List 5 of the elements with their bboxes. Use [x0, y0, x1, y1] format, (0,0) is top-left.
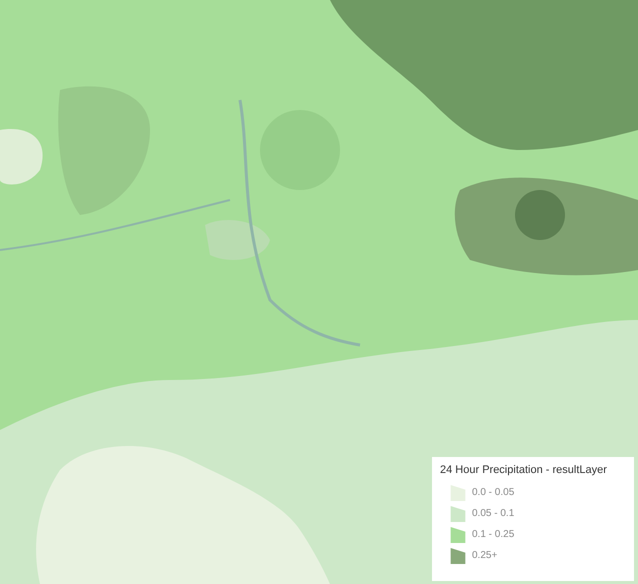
legend-label: 0.1 - 0.25	[472, 529, 514, 540]
legend-label: 0.05 - 0.1	[472, 508, 514, 519]
legend-label: 0.0 - 0.05	[472, 487, 514, 498]
legend-label: 0.25+	[472, 550, 498, 561]
legend-title: 24 Hour Precipitation - resultLayer	[440, 464, 608, 476]
